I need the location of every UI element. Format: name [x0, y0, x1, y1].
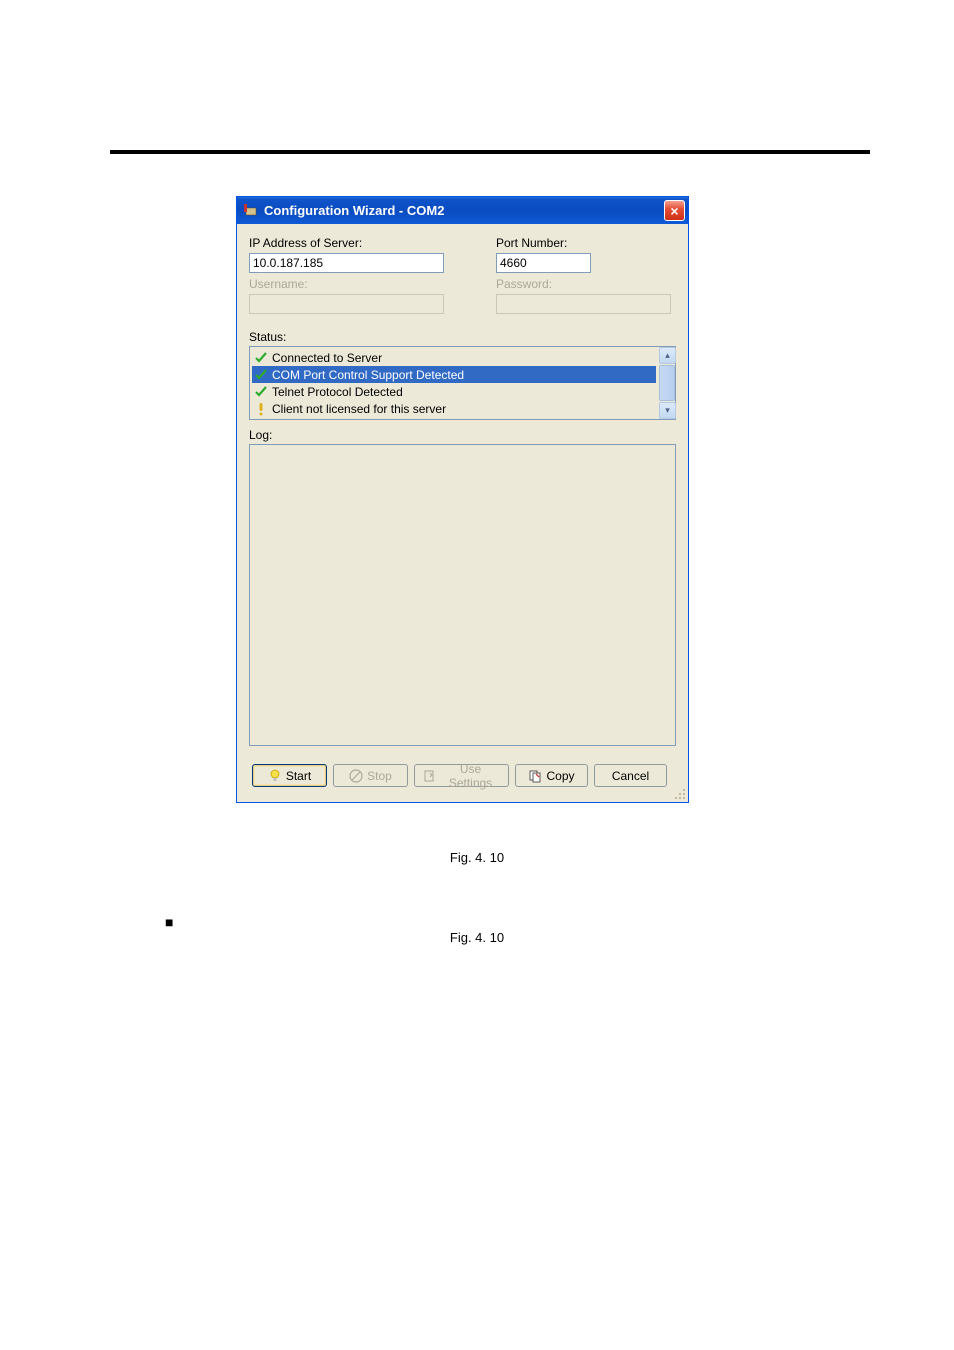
check-icon [254, 385, 268, 399]
start-button[interactable]: Start [252, 764, 327, 787]
password-input [496, 294, 671, 314]
ip-label: IP Address of Server: [249, 236, 496, 250]
log-label: Log: [249, 428, 272, 442]
button-bar: Start Stop Use Settings Copy [249, 764, 676, 790]
chevron-up-icon: ▴ [665, 350, 670, 361]
status-item[interactable]: Connected to Server [252, 349, 656, 366]
stop-icon [349, 769, 363, 783]
dialog-title: Configuration Wizard - COM2 [264, 203, 444, 218]
status-item[interactable]: Telnet Protocol Detected [252, 383, 656, 400]
copy-button-label: Copy [546, 769, 574, 783]
config-wizard-dialog: Configuration Wizard - COM2 × IP Address… [236, 196, 689, 803]
bullet-icon: ■ [165, 914, 173, 930]
apply-icon [423, 769, 437, 783]
scroll-down-button[interactable]: ▾ [659, 402, 676, 419]
status-item-text: COM Port Control Support Detected [272, 368, 464, 382]
start-button-label: Start [286, 769, 311, 783]
scroll-thumb[interactable] [659, 365, 675, 401]
copy-button[interactable]: Copy [515, 764, 588, 787]
app-icon [243, 203, 259, 219]
ip-input[interactable] [249, 253, 444, 273]
status-scrollbar[interactable]: ▴ ▾ [658, 347, 675, 419]
status-label: Status: [249, 330, 286, 344]
bulb-icon [268, 769, 282, 783]
figure-caption: Fig. 4. 10 [0, 850, 954, 865]
check-icon [254, 368, 268, 382]
log-textarea[interactable] [249, 444, 676, 746]
scroll-up-button[interactable]: ▴ [659, 347, 676, 364]
horizontal-rule [110, 150, 870, 154]
resize-grip[interactable] [673, 787, 687, 801]
use-settings-button: Use Settings [414, 764, 509, 787]
username-input [249, 294, 444, 314]
stop-button: Stop [333, 764, 408, 787]
close-icon: × [670, 203, 678, 219]
dialog-body: IP Address of Server: Port Number: Usern… [237, 224, 688, 802]
status-item-text: Connected to Server [272, 351, 382, 365]
chevron-down-icon: ▾ [665, 405, 670, 416]
close-button[interactable]: × [664, 200, 685, 221]
port-input[interactable] [496, 253, 591, 273]
use-settings-button-label: Use Settings [441, 762, 500, 790]
check-icon [254, 351, 268, 365]
status-item-text: Telnet Protocol Detected [272, 385, 403, 399]
username-label: Username: [249, 277, 496, 291]
warning-icon [254, 402, 268, 416]
titlebar[interactable]: Configuration Wizard - COM2 × [237, 197, 688, 224]
copy-icon [528, 769, 542, 783]
figure-caption: Fig. 4. 10 [0, 930, 954, 945]
cancel-button[interactable]: Cancel [594, 764, 667, 787]
status-item-text: Client not licensed for this server [272, 402, 446, 416]
status-listbox[interactable]: Connected to Server COM Port Control Sup… [249, 346, 676, 420]
cancel-button-label: Cancel [612, 769, 649, 783]
status-item[interactable]: COM Port Control Support Detected [252, 366, 656, 383]
password-label: Password: [496, 277, 671, 291]
status-item[interactable]: Client not licensed for this server [252, 400, 656, 417]
port-label: Port Number: [496, 236, 671, 250]
stop-button-label: Stop [367, 769, 392, 783]
